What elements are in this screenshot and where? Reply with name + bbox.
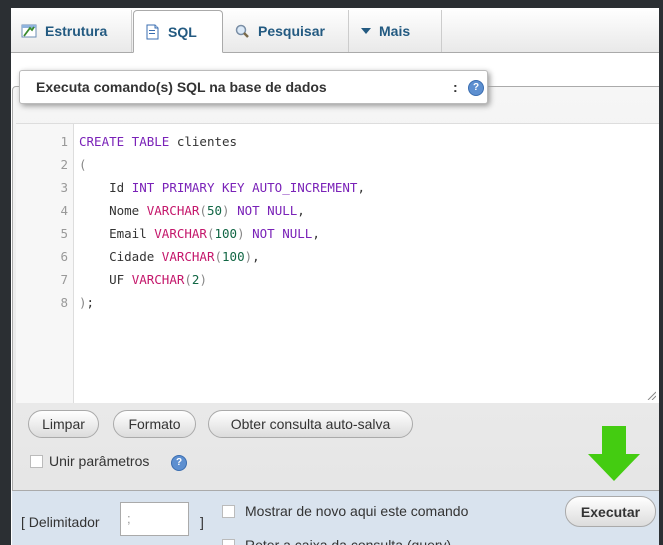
code-text: CREATE TABLE clientes [79,134,238,149]
help-icon[interactable]: ? [171,455,187,471]
mostrar-comando-label: Mostrar de novo aqui este comando [245,503,469,519]
line-number: 2 [60,157,68,172]
tab-sql[interactable]: SQL [133,10,223,53]
line-number: 5 [60,226,68,241]
formato-button[interactable]: Formato [113,410,196,438]
tab-mais-label: Mais [379,23,411,39]
code-text: Nome VARCHAR(50) NOT NULL, [79,203,305,218]
reter-caixa-label: Reter a caixa da consulta (query) [245,537,452,545]
delimitador-close-bracket: ] [200,514,204,530]
tab-mais[interactable]: Mais [350,10,442,52]
help-icon[interactable]: ? [468,80,484,96]
code-text: Email VARCHAR(100) NOT NULL, [79,226,320,241]
sql-document-icon [144,24,160,40]
dropdown-arrow-icon [360,23,372,39]
line-number: 3 [60,180,68,195]
line-number: 8 [60,295,68,310]
tab-pesquisar-label: Pesquisar [258,23,325,39]
legend-colon: : [453,79,458,95]
tab-bar: Estrutura SQL Pesquisar Mais [11,8,659,53]
code-text: Id INT PRIMARY KEY AUTO_INCREMENT, [79,180,365,195]
limpar-button[interactable]: Limpar [28,410,99,438]
tab-sql-label: SQL [168,23,197,40]
line-number: 4 [60,203,68,218]
sql-editor[interactable]: 1 CREATE TABLE clientes 2 (3 Id INT PRIMARY… [16,123,659,403]
mostrar-comando-checkbox[interactable] [222,505,235,518]
line-number: 7 [60,272,68,287]
executar-button[interactable]: Executar [565,496,656,527]
resize-handle-icon[interactable] [646,390,656,400]
green-down-arrow-icon [588,426,640,481]
obter-consulta-button[interactable]: Obter consulta auto-salva [208,410,413,438]
code-text: UF VARCHAR(2) [79,272,207,287]
search-icon [234,23,250,39]
sql-legend-title: Executa comando(s) SQL na base de dados [36,79,327,95]
sql-legend: Executa comando(s) SQL na base de dados … [19,70,488,104]
delimitador-label: [ Delimitador [21,514,100,530]
line-number: 6 [60,249,68,264]
tab-estrutura[interactable]: Estrutura [11,10,132,52]
tab-estrutura-label: Estrutura [45,23,108,39]
tab-pesquisar[interactable]: Pesquisar [224,10,349,52]
unir-parametros-label: Unir parâmetros [49,453,150,469]
code-text: Cidade VARCHAR(100), [79,249,260,264]
sql-panel: Estrutura SQL Pesquisar Mais Executa com… [11,8,659,545]
unir-parametros-checkbox[interactable] [30,455,43,468]
delimitador-input[interactable]: ; [120,502,189,536]
reter-caixa-checkbox[interactable] [222,539,235,545]
code-text: ( [79,157,87,172]
code-text: ); [79,295,95,310]
table-structure-icon [21,23,37,39]
line-number: 1 [60,134,68,149]
